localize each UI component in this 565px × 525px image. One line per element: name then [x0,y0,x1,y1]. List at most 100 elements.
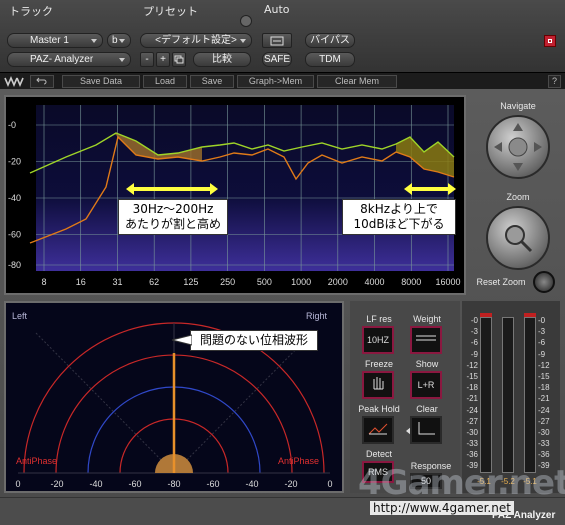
meter-scale-label: -24 [466,405,478,415]
phase-x-tick-label: 0 [15,479,20,489]
meter-scale-label: -33 [538,439,550,449]
spectrum-display[interactable]: -0 -20 -40 -60 -80 8 16 31 62 125 250 500 1000 2000 4… [4,95,466,295]
x-tick-label: 125 [183,277,198,287]
x-tick-label: 31 [112,277,122,287]
y-tick-label: -80 [8,260,21,270]
watermark-url: http://www.4gamer.net [370,501,514,515]
channel-selector[interactable]: b [107,33,131,48]
meter-scale-label: -15 [538,371,550,381]
auto-enable-button[interactable] [262,33,292,48]
lf-res-label: LF res [366,314,392,324]
show-button[interactable]: L+R [410,371,442,399]
clear-button[interactable] [410,416,442,444]
x-tick-label: 8000 [401,277,421,287]
load-button[interactable]: Load [143,75,187,88]
high-cut-note: 8kHzより上で 10dBほど下がる [342,199,456,235]
reset-zoom-button[interactable] [533,271,555,293]
safe-button[interactable]: SAFE [262,52,292,67]
x-tick-label: 250 [220,277,235,287]
navigate-pad[interactable] [486,115,550,179]
antiphase-right-label: AntiPhase [278,456,319,466]
freeze-button[interactable] [362,371,394,399]
peak-hold-button[interactable] [362,416,394,444]
meter-peak-left [480,313,492,317]
undo-icon [36,77,47,85]
waves-logo-icon [4,75,24,87]
meter-scale-label: -3 [538,327,546,337]
meter-bar-center [502,317,514,473]
phase-x-tick-label: -60 [206,479,219,489]
insert-name: PAZ- Analyzer [30,54,94,65]
reset-zoom-label: Reset Zoom [476,277,526,287]
x-tick-label: 62 [149,277,159,287]
low-boost-note: 30Hz～200Hz あたりが割と高め [118,199,228,235]
graph-to-mem-button[interactable]: Graph->Mem [237,75,314,88]
meter-scale-label: -18 [466,383,478,393]
preset-selector[interactable]: <デフォルト設定> [140,33,252,48]
double-arrow-icon [126,183,218,195]
insert-selector[interactable]: PAZ- Analyzer [7,52,131,67]
meter-scale-label: -9 [538,349,546,359]
y-tick-label: -20 [8,157,21,167]
left-label: Left [12,311,28,321]
meter-scale-label: -36 [538,450,550,460]
meter-scale-label: -0 [470,316,478,325]
meter-peak-right [524,313,536,317]
y-tick-label: -40 [8,193,21,203]
meter-scale-label: -9 [470,349,478,359]
copy-icon [174,55,184,64]
meter-scale-label: -21 [466,394,478,404]
preset-menu-icon[interactable] [240,15,252,27]
lf-res-button[interactable]: 10HZ [362,326,394,354]
watermark-logo: 4Gamer.net [358,463,565,503]
meter-scale-label: -6 [538,338,546,348]
y-tick-label: -0 [8,120,16,130]
close-window-icon[interactable] [544,35,556,47]
navigate-label: Navigate [500,101,536,111]
zoom-label: Zoom [506,192,530,202]
bypass-button[interactable]: バイパス [305,33,355,48]
meter-scale-label: -0 [538,316,546,325]
phase-x-tick-label: -80 [167,479,180,489]
x-tick-label: 2000 [328,277,348,287]
save-data-button[interactable]: Save Data [62,75,140,88]
meter-bar-right [524,317,536,473]
weight-button[interactable] [410,326,442,354]
waves-toolbar: Save Data Load Save Graph->Mem Clear Mem… [0,72,565,89]
clear-mem-button[interactable]: Clear Mem [317,75,397,88]
meter-scale-label: -33 [466,439,478,449]
tdm-button[interactable]: TDM [305,52,355,67]
meter-scale-label: -36 [466,450,478,460]
compare-button[interactable]: 比較 [193,52,251,67]
double-arrow-icon [404,183,456,195]
x-tick-label: 16 [76,277,86,287]
weight-curve-icon [416,335,436,341]
track-selector[interactable]: Master 1 [7,33,103,48]
track-name: Master 1 [30,35,69,46]
meter-scale-label: -24 [538,405,550,415]
preset-label: プリセット [143,5,198,18]
y-tick-label: -60 [8,230,21,240]
meter-scale-label: -12 [466,360,478,370]
preset-prev-button[interactable]: - [140,52,154,67]
preset-copy-button[interactable] [172,52,186,67]
meter-scale-label: -30 [538,427,550,437]
detect-label: Detect [365,449,392,459]
meter-scale-label: -12 [538,360,550,370]
auto-label: Auto [264,3,290,16]
undo-button[interactable] [30,75,54,88]
meter-scale-label: -27 [466,416,478,426]
x-tick-label: 16000 [435,277,460,287]
zoom-pad[interactable] [486,206,550,270]
high-cut-arrow [404,180,456,195]
x-tick-label: 1000 [291,277,311,287]
low-boost-arrow [126,180,218,195]
preset-next-button[interactable]: + [156,52,170,67]
show-label: Show [415,359,439,369]
save-button[interactable]: Save [190,75,234,88]
plugin-body: -0 -20 -40 -60 -80 8 16 31 62 125 250 500 1000 2000 4… [0,89,565,525]
help-button[interactable]: ? [548,75,561,88]
channel-name: b [112,35,118,46]
weight-label: Weight [413,314,441,324]
x-tick-label: 500 [257,277,272,287]
